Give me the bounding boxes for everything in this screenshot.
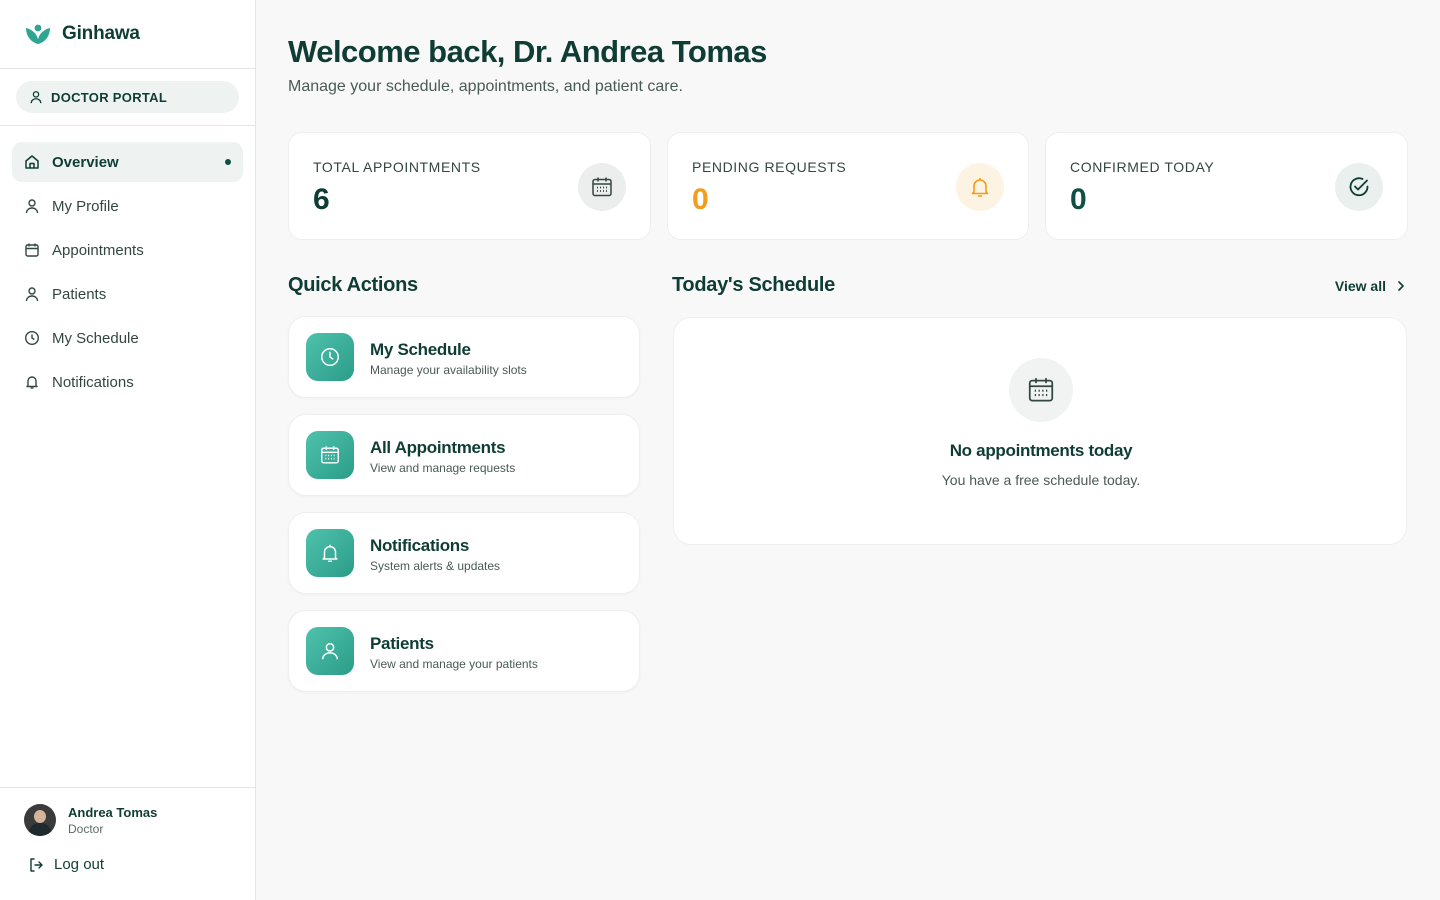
main-content: Welcome back, Dr. Andrea Tomas Manage yo… xyxy=(288,0,1408,692)
quick-action-title: Patients xyxy=(370,634,434,653)
check-circle-icon xyxy=(1349,177,1369,197)
user-icon xyxy=(30,91,42,104)
sidebar-item-label: Notifications xyxy=(52,373,134,391)
user-panel: Andrea Tomas Doctor Log out xyxy=(0,787,255,900)
user-icon xyxy=(25,287,39,302)
stat-label: TOTAL APPOINTMENTS xyxy=(313,159,481,175)
sidebar-item-patients[interactable]: Patients xyxy=(12,274,243,314)
calendar-icon xyxy=(25,243,39,257)
quick-action-patients[interactable]: Patients View and manage your patients xyxy=(288,610,640,692)
sidebar-item-appointments[interactable]: Appointments xyxy=(12,230,243,270)
schedule-card: No appointments today You have a free sc… xyxy=(673,317,1407,545)
quick-action-title: All Appointments xyxy=(370,438,506,457)
user-icon xyxy=(321,642,339,660)
clock-icon xyxy=(321,348,339,366)
page-subtitle: Manage your schedule, appointments, and … xyxy=(288,78,683,95)
calendar-icon xyxy=(592,177,612,197)
empty-state-title: No appointments today xyxy=(949,441,1133,460)
view-all-link[interactable]: View all xyxy=(1335,278,1408,294)
stats-row: TOTAL APPOINTMENTS 6 PENDING REQUESTS 0 … xyxy=(288,132,1408,240)
sidebar-item-label: Patients xyxy=(52,285,107,303)
stat-card-total-appointments: TOTAL APPOINTMENTS 6 xyxy=(288,132,651,240)
portal-label: DOCTOR PORTAL xyxy=(51,89,168,105)
bell-icon xyxy=(971,178,989,197)
brand: Ginhawa xyxy=(0,0,255,69)
bell-icon xyxy=(322,544,338,562)
user-icon xyxy=(25,199,39,214)
user-role: Doctor xyxy=(68,821,104,836)
avatar[interactable] xyxy=(24,804,56,836)
calendar-icon xyxy=(321,446,339,464)
quick-action-my-schedule[interactable]: My Schedule Manage your availability slo… xyxy=(288,316,640,398)
sidebar-item-my-profile[interactable]: My Profile xyxy=(12,186,243,226)
quick-action-subtitle: View and manage requests xyxy=(370,461,516,475)
bell-icon xyxy=(26,376,38,389)
sidebar-item-label: My Schedule xyxy=(52,329,139,347)
view-all-label: View all xyxy=(1334,278,1386,294)
user-name: Andrea Tomas xyxy=(68,804,158,820)
quick-action-subtitle: View and manage your patients xyxy=(370,657,538,671)
stat-card-pending-requests: PENDING REQUESTS 0 xyxy=(667,132,1029,240)
quick-action-title: Notifications xyxy=(370,536,470,555)
page-title: Welcome back, Dr. Andrea Tomas xyxy=(288,34,767,69)
logout-button[interactable]: Log out xyxy=(28,856,231,873)
sidebar-item-label: Appointments xyxy=(52,241,144,259)
logout-label: Log out xyxy=(54,856,105,873)
sidebar-item-overview[interactable]: Overview xyxy=(12,142,243,182)
sidebar-item-notifications[interactable]: Notifications xyxy=(12,362,243,402)
schedule-title: Today's Schedule xyxy=(672,274,835,296)
empty-state-subtitle: You have a free schedule today. xyxy=(941,472,1141,488)
quick-actions-title: Quick Actions xyxy=(288,274,418,296)
logout-icon xyxy=(30,857,43,872)
stat-label: PENDING REQUESTS xyxy=(692,159,847,175)
quick-action-title: My Schedule xyxy=(370,340,471,359)
home-icon xyxy=(25,155,39,169)
stat-card-confirmed-today: CONFIRMED TODAY 0 xyxy=(1045,132,1408,240)
sidebar-nav: Overview My Profile Appointments Patient… xyxy=(0,126,255,402)
stat-value: 6 xyxy=(313,183,330,216)
sidebar: Ginhawa DOCTOR PORTAL Overview My Profil… xyxy=(0,0,256,900)
active-indicator xyxy=(225,159,231,165)
stat-value: 0 xyxy=(692,183,709,216)
sidebar-item-label: Overview xyxy=(52,153,119,171)
quick-action-subtitle: Manage your availability slots xyxy=(370,363,527,377)
sidebar-item-label: My Profile xyxy=(52,197,119,215)
quick-action-subtitle: System alerts & updates xyxy=(370,559,501,573)
brand-name: Ginhawa xyxy=(62,23,140,44)
clock-icon xyxy=(24,330,40,346)
quick-action-all-appointments[interactable]: All Appointments View and manage request… xyxy=(288,414,640,496)
sidebar-item-my-schedule[interactable]: My Schedule xyxy=(12,318,243,358)
portal-badge: DOCTOR PORTAL xyxy=(16,81,239,113)
stat-value: 0 xyxy=(1070,183,1087,216)
chevron-right-icon xyxy=(1398,281,1404,291)
calendar-icon xyxy=(1028,378,1054,402)
logo-icon xyxy=(26,24,50,44)
stat-label: CONFIRMED TODAY xyxy=(1070,159,1215,175)
quick-action-notifications[interactable]: Notifications System alerts & updates xyxy=(288,512,640,594)
